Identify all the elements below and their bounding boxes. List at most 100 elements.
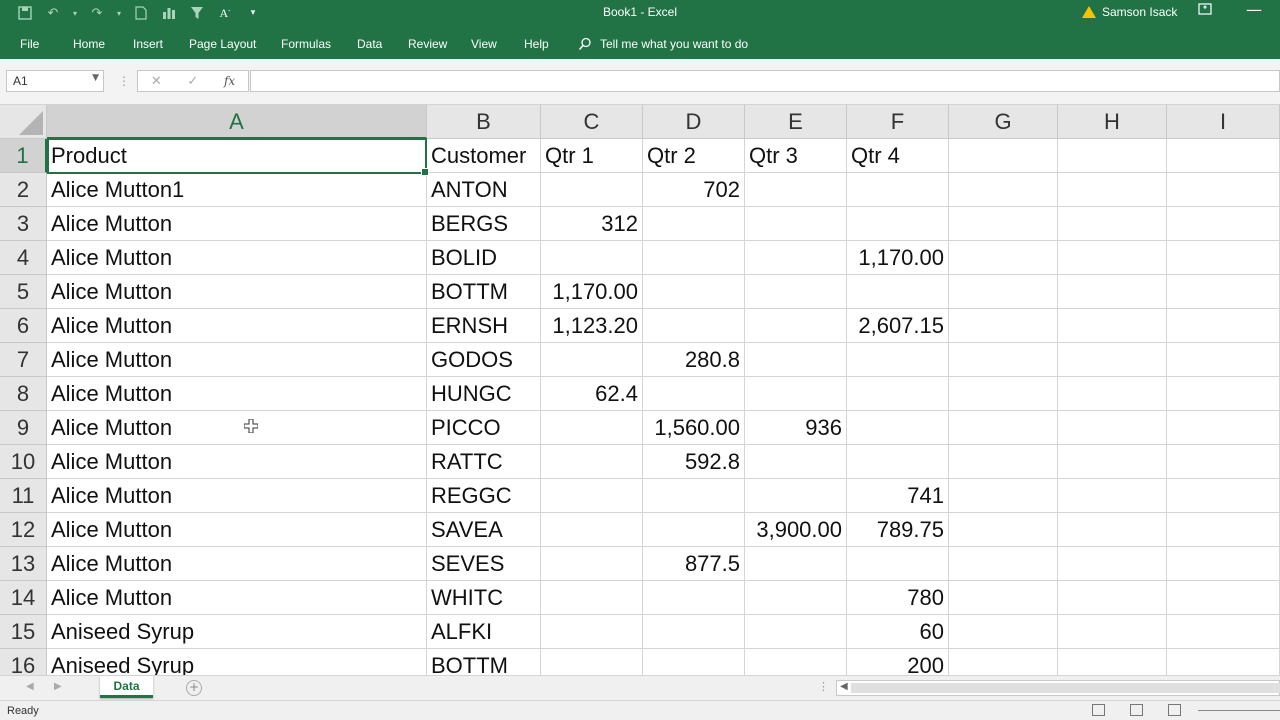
cell-e12[interactable]: 3,900.00: [745, 513, 847, 547]
tab-file[interactable]: File: [20, 37, 39, 51]
cell-a9[interactable]: Alice Mutton: [47, 411, 427, 445]
cell-e1[interactable]: Qtr 3: [745, 139, 847, 173]
cell-a16[interactable]: Aniseed Syrup: [47, 649, 427, 675]
cell-f7[interactable]: [847, 343, 949, 377]
cell-i14[interactable]: [1167, 581, 1280, 615]
cell-f15[interactable]: 60: [847, 615, 949, 649]
column-header-d[interactable]: D: [643, 105, 745, 139]
cell-i11[interactable]: [1167, 479, 1280, 513]
column-header-e[interactable]: E: [745, 105, 847, 139]
previous-sheet-icon[interactable]: ◀: [26, 681, 34, 692]
cell-h4[interactable]: [1058, 241, 1167, 275]
cell-f14[interactable]: 780: [847, 581, 949, 615]
cell-f12[interactable]: 789.75: [847, 513, 949, 547]
cell-h8[interactable]: [1058, 377, 1167, 411]
cell-e15[interactable]: [745, 615, 847, 649]
cell-c15[interactable]: [541, 615, 643, 649]
row-header-9[interactable]: 9: [0, 411, 47, 445]
cell-f1[interactable]: Qtr 4: [847, 139, 949, 173]
cell-f13[interactable]: [847, 547, 949, 581]
cell-i3[interactable]: [1167, 207, 1280, 241]
cell-d5[interactable]: [643, 275, 745, 309]
cell-b11[interactable]: REGGC: [427, 479, 541, 513]
cell-h7[interactable]: [1058, 343, 1167, 377]
cell-g13[interactable]: [949, 547, 1058, 581]
cell-a8[interactable]: Alice Mutton: [47, 377, 427, 411]
cell-d12[interactable]: [643, 513, 745, 547]
sheet-tab-data[interactable]: Data: [100, 676, 153, 698]
cell-b14[interactable]: WHITC: [427, 581, 541, 615]
confirm-entry-icon[interactable]: ✓: [187, 74, 198, 89]
cell-a11[interactable]: Alice Mutton: [47, 479, 427, 513]
cell-c14[interactable]: [541, 581, 643, 615]
scrollbar-thumb[interactable]: [851, 683, 1280, 693]
cell-g14[interactable]: [949, 581, 1058, 615]
row-header-15[interactable]: 15: [0, 615, 47, 649]
cell-g9[interactable]: [949, 411, 1058, 445]
row-header-10[interactable]: 10: [0, 445, 47, 479]
cell-d10[interactable]: 592.8: [643, 445, 745, 479]
cell-d9[interactable]: 1,560.00: [643, 411, 745, 445]
chevron-down-icon[interactable]: ▼: [92, 73, 99, 83]
horizontal-scrollbar[interactable]: ◀: [836, 680, 1280, 696]
cell-i10[interactable]: [1167, 445, 1280, 479]
cell-d1[interactable]: Qtr 2: [643, 139, 745, 173]
cell-c5[interactable]: 1,170.00: [541, 275, 643, 309]
cell-f6[interactable]: 2,607.15: [847, 309, 949, 343]
cancel-entry-icon[interactable]: ✕: [151, 74, 162, 89]
cell-h15[interactable]: [1058, 615, 1167, 649]
cell-b13[interactable]: SEVES: [427, 547, 541, 581]
row-header-16[interactable]: 16: [0, 649, 47, 675]
cell-c11[interactable]: [541, 479, 643, 513]
cell-c10[interactable]: [541, 445, 643, 479]
cell-a2[interactable]: Alice Mutton1: [47, 173, 427, 207]
row-header-7[interactable]: 7: [0, 343, 47, 377]
cell-a14[interactable]: Alice Mutton: [47, 581, 427, 615]
tell-me-search[interactable]: Tell me what you want to do: [578, 37, 748, 51]
column-header-c[interactable]: C: [541, 105, 643, 139]
cell-b12[interactable]: SAVEA: [427, 513, 541, 547]
cell-i6[interactable]: [1167, 309, 1280, 343]
cell-f5[interactable]: [847, 275, 949, 309]
cell-f11[interactable]: 741: [847, 479, 949, 513]
cell-h9[interactable]: [1058, 411, 1167, 445]
cell-e5[interactable]: [745, 275, 847, 309]
cell-a4[interactable]: Alice Mutton: [47, 241, 427, 275]
cell-b16[interactable]: BOTTM: [427, 649, 541, 675]
cell-g3[interactable]: [949, 207, 1058, 241]
cell-f4[interactable]: 1,170.00: [847, 241, 949, 275]
row-header-5[interactable]: 5: [0, 275, 47, 309]
tab-page-layout[interactable]: Page Layout: [189, 37, 256, 51]
cell-g5[interactable]: [949, 275, 1058, 309]
column-header-h[interactable]: H: [1058, 105, 1167, 139]
cell-g15[interactable]: [949, 615, 1058, 649]
row-header-11[interactable]: 11: [0, 479, 47, 513]
column-header-i[interactable]: I: [1167, 105, 1280, 139]
row-header-2[interactable]: 2: [0, 173, 47, 207]
cell-d15[interactable]: [643, 615, 745, 649]
cell-h5[interactable]: [1058, 275, 1167, 309]
tab-review[interactable]: Review: [408, 37, 447, 51]
cell-f8[interactable]: [847, 377, 949, 411]
cell-f10[interactable]: [847, 445, 949, 479]
cell-g6[interactable]: [949, 309, 1058, 343]
cell-e16[interactable]: [745, 649, 847, 675]
row-header-4[interactable]: 4: [0, 241, 47, 275]
row-header-8[interactable]: 8: [0, 377, 47, 411]
cell-c7[interactable]: [541, 343, 643, 377]
cell-d11[interactable]: [643, 479, 745, 513]
cell-b1[interactable]: Customer: [427, 139, 541, 173]
cell-f3[interactable]: [847, 207, 949, 241]
cell-e10[interactable]: [745, 445, 847, 479]
cell-h16[interactable]: [1058, 649, 1167, 675]
column-header-f[interactable]: F: [847, 105, 949, 139]
next-sheet-icon[interactable]: ▶: [54, 681, 62, 692]
cell-b2[interactable]: ANTON: [427, 173, 541, 207]
cell-d16[interactable]: [643, 649, 745, 675]
minimize-icon[interactable]: —: [1246, 0, 1262, 19]
cell-b7[interactable]: GODOS: [427, 343, 541, 377]
cell-d2[interactable]: 702: [643, 173, 745, 207]
cell-h1[interactable]: [1058, 139, 1167, 173]
cell-d4[interactable]: [643, 241, 745, 275]
worksheet-grid[interactable]: A B C D E F G H I 1 Product Customer Qtr 1 Qtr 2 Qtr 3…: [0, 105, 1280, 675]
